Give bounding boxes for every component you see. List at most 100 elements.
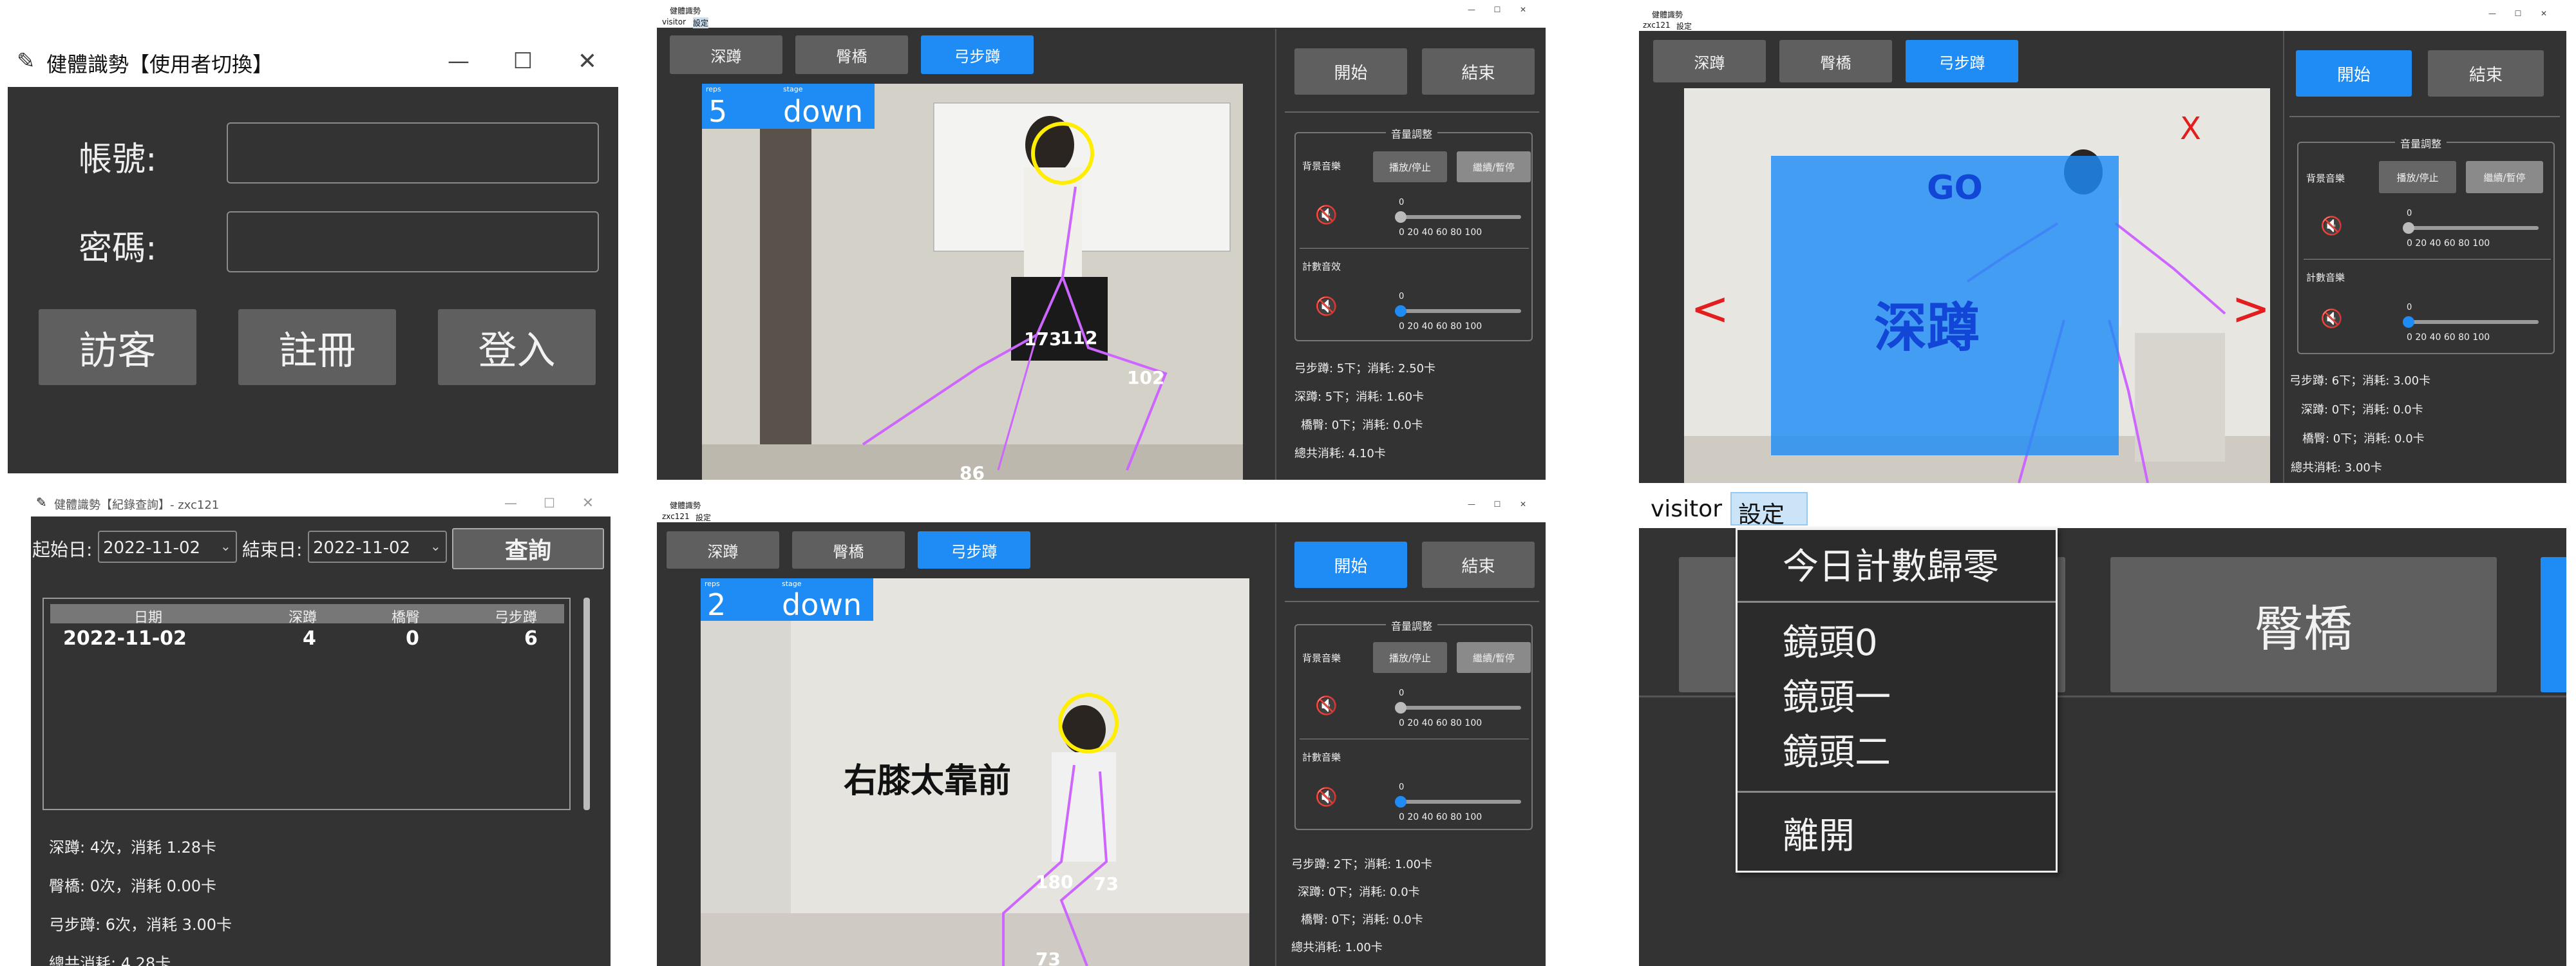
tab-squat[interactable]: 深蹲: [670, 35, 782, 74]
volume-group-title: 音量調整: [2395, 135, 2447, 151]
account-input[interactable]: [227, 122, 599, 184]
bgm-volume-value: 0: [2407, 209, 2412, 218]
count-effect-label: 計數音效: [1302, 261, 1341, 272]
close-button[interactable]: ✕: [1513, 3, 1533, 16]
divider: [1275, 524, 1276, 966]
maximize-button[interactable]: ☐: [2508, 8, 2528, 19]
count-music-label: 計數音樂: [2306, 272, 2345, 283]
menu-item-exit[interactable]: 離開: [1783, 807, 1855, 859]
minimize-button[interactable]: —: [1462, 3, 1481, 16]
warning-text: 右膝太靠前: [844, 762, 1012, 800]
tab-bridge[interactable]: 臀橋: [792, 531, 905, 569]
count-volume-knob[interactable]: [2403, 316, 2414, 328]
start-button[interactable]: 開始: [1294, 542, 1407, 588]
tab-lunge[interactable]: [2541, 557, 2566, 692]
menu-settings[interactable]: 設定: [1730, 492, 1808, 528]
tab-bridge[interactable]: 臀橋: [1779, 40, 1892, 82]
tab-lunge[interactable]: 弓步蹲: [1906, 40, 2018, 82]
end-button[interactable]: 結束: [2428, 50, 2544, 97]
stage-caption: stage: [783, 85, 803, 93]
menu-item-reset-today[interactable]: 今日計數歸零: [1783, 538, 1999, 590]
rep-count: 2: [707, 587, 726, 622]
tab-squat[interactable]: 深蹲: [1653, 40, 1766, 82]
close-overlay-icon[interactable]: X: [2180, 111, 2201, 147]
chevron-down-icon: ⌄: [220, 538, 231, 554]
bgm-volume-slider[interactable]: [1399, 706, 1521, 710]
menubar: visitor 設定: [1639, 489, 2566, 528]
continue-pause-button[interactable]: 繼續/暫停: [1457, 151, 1531, 182]
play-stop-button[interactable]: 播放/停止: [2379, 161, 2456, 193]
menu-user[interactable]: zxc121: [1643, 21, 1671, 30]
count-volume-slider[interactable]: [2407, 320, 2539, 324]
bgm-volume-slider[interactable]: [2407, 226, 2539, 230]
divider: [2304, 259, 2551, 260]
count-volume-slider[interactable]: [1399, 309, 1521, 313]
summary-lunge: 弓步蹲: 6次，消耗 3.00卡: [49, 916, 232, 934]
count-volume-knob[interactable]: [1395, 305, 1406, 317]
tab-lunge[interactable]: 弓步蹲: [921, 35, 1034, 74]
next-arrow-icon[interactable]: >: [2231, 281, 2270, 336]
app-titlebar: 健體識勢 — ☐ ✕: [1639, 8, 2566, 19]
close-button[interactable]: ✕: [1513, 498, 1533, 511]
tab-squat[interactable]: 深蹲: [667, 531, 779, 569]
minimize-button[interactable]: —: [2483, 8, 2502, 19]
play-stop-button[interactable]: 播放/停止: [1373, 151, 1447, 182]
bgm-label: 背景音樂: [1302, 160, 1341, 172]
tab-bridge[interactable]: 臀橋: [2110, 557, 2497, 692]
count-volume-knob[interactable]: [1395, 796, 1406, 808]
guest-button[interactable]: 訪客: [39, 309, 196, 385]
end-date-select[interactable]: 2022-11-02 ⌄: [308, 531, 447, 563]
minimize-button[interactable]: —: [1462, 498, 1481, 511]
count-volume-slider[interactable]: [1399, 800, 1521, 804]
volume-group: 音量調整 背景音樂 播放/停止 繼續/暫停 🔇 0 0 20 40 60 80 …: [2297, 135, 2555, 354]
menu-user[interactable]: zxc121: [662, 512, 690, 521]
mute-icon: 🔇: [2320, 308, 2343, 329]
go-label[interactable]: GO: [1927, 169, 1983, 207]
maximize-button[interactable]: ☐: [1488, 498, 1507, 511]
camera-feed: GO 深蹲 X < >: [1684, 88, 2270, 483]
bgm-volume-slider[interactable]: [1399, 215, 1521, 219]
settings-dropdown: 今日計數歸零 鏡頭0 鏡頭一 鏡頭二 離開: [1736, 528, 2058, 873]
volume-group-title: 音量調整: [1386, 618, 1438, 633]
login-button[interactable]: 登入: [438, 309, 596, 385]
divider: [1300, 248, 1529, 249]
password-input[interactable]: [227, 211, 599, 272]
menu-settings[interactable]: 設定: [696, 512, 711, 523]
end-button[interactable]: 結束: [1422, 48, 1535, 95]
menu-item-camera-0[interactable]: 鏡頭0: [1783, 614, 1878, 666]
continue-pause-button[interactable]: 繼續/暫停: [2466, 161, 2543, 193]
menu-item-camera-2[interactable]: 鏡頭二: [1783, 723, 1891, 775]
maximize-button[interactable]: ☐: [533, 489, 565, 516]
mute-icon: 🔇: [1315, 204, 1338, 225]
register-button[interactable]: 註冊: [238, 309, 396, 385]
tab-bridge[interactable]: 臀橋: [795, 35, 908, 74]
start-button[interactable]: 開始: [1294, 48, 1407, 95]
query-button[interactable]: 查詢: [452, 528, 604, 569]
bgm-volume-knob[interactable]: [1395, 211, 1406, 223]
menu-settings[interactable]: 設定: [1676, 21, 1692, 32]
start-button[interactable]: 開始: [2296, 50, 2412, 97]
end-button[interactable]: 結束: [1422, 542, 1535, 588]
close-button[interactable]: ✕: [2534, 8, 2553, 19]
menu-item-camera-1[interactable]: 鏡頭一: [1783, 668, 1891, 721]
maximize-button[interactable]: ☐: [497, 35, 549, 87]
play-stop-button[interactable]: 播放/停止: [1373, 642, 1447, 673]
start-date-select[interactable]: 2022-11-02 ⌄: [98, 531, 237, 563]
minimize-button[interactable]: —: [433, 35, 484, 87]
bgm-volume-knob[interactable]: [2403, 222, 2414, 234]
summary-total: 總共消耗: 4.28卡: [49, 954, 171, 966]
close-button[interactable]: ✕: [572, 489, 604, 516]
maximize-button[interactable]: ☐: [1488, 3, 1507, 16]
minimize-button[interactable]: —: [495, 489, 527, 516]
continue-pause-button[interactable]: 繼續/暫停: [1457, 642, 1531, 673]
divider: [1285, 601, 1539, 602]
menu-visitor[interactable]: visitor: [1651, 496, 1722, 522]
menu-visitor[interactable]: visitor: [662, 17, 686, 26]
table-row[interactable]: 2022-11-02 4 0 6: [50, 626, 564, 650]
tab-lunge[interactable]: 弓步蹲: [918, 531, 1030, 569]
close-button[interactable]: ✕: [562, 35, 613, 87]
table-scrollbar[interactable]: [583, 598, 590, 810]
prev-arrow-icon[interactable]: <: [1690, 281, 1729, 336]
menu-settings[interactable]: 設定: [693, 17, 709, 28]
bgm-volume-knob[interactable]: [1395, 702, 1406, 714]
